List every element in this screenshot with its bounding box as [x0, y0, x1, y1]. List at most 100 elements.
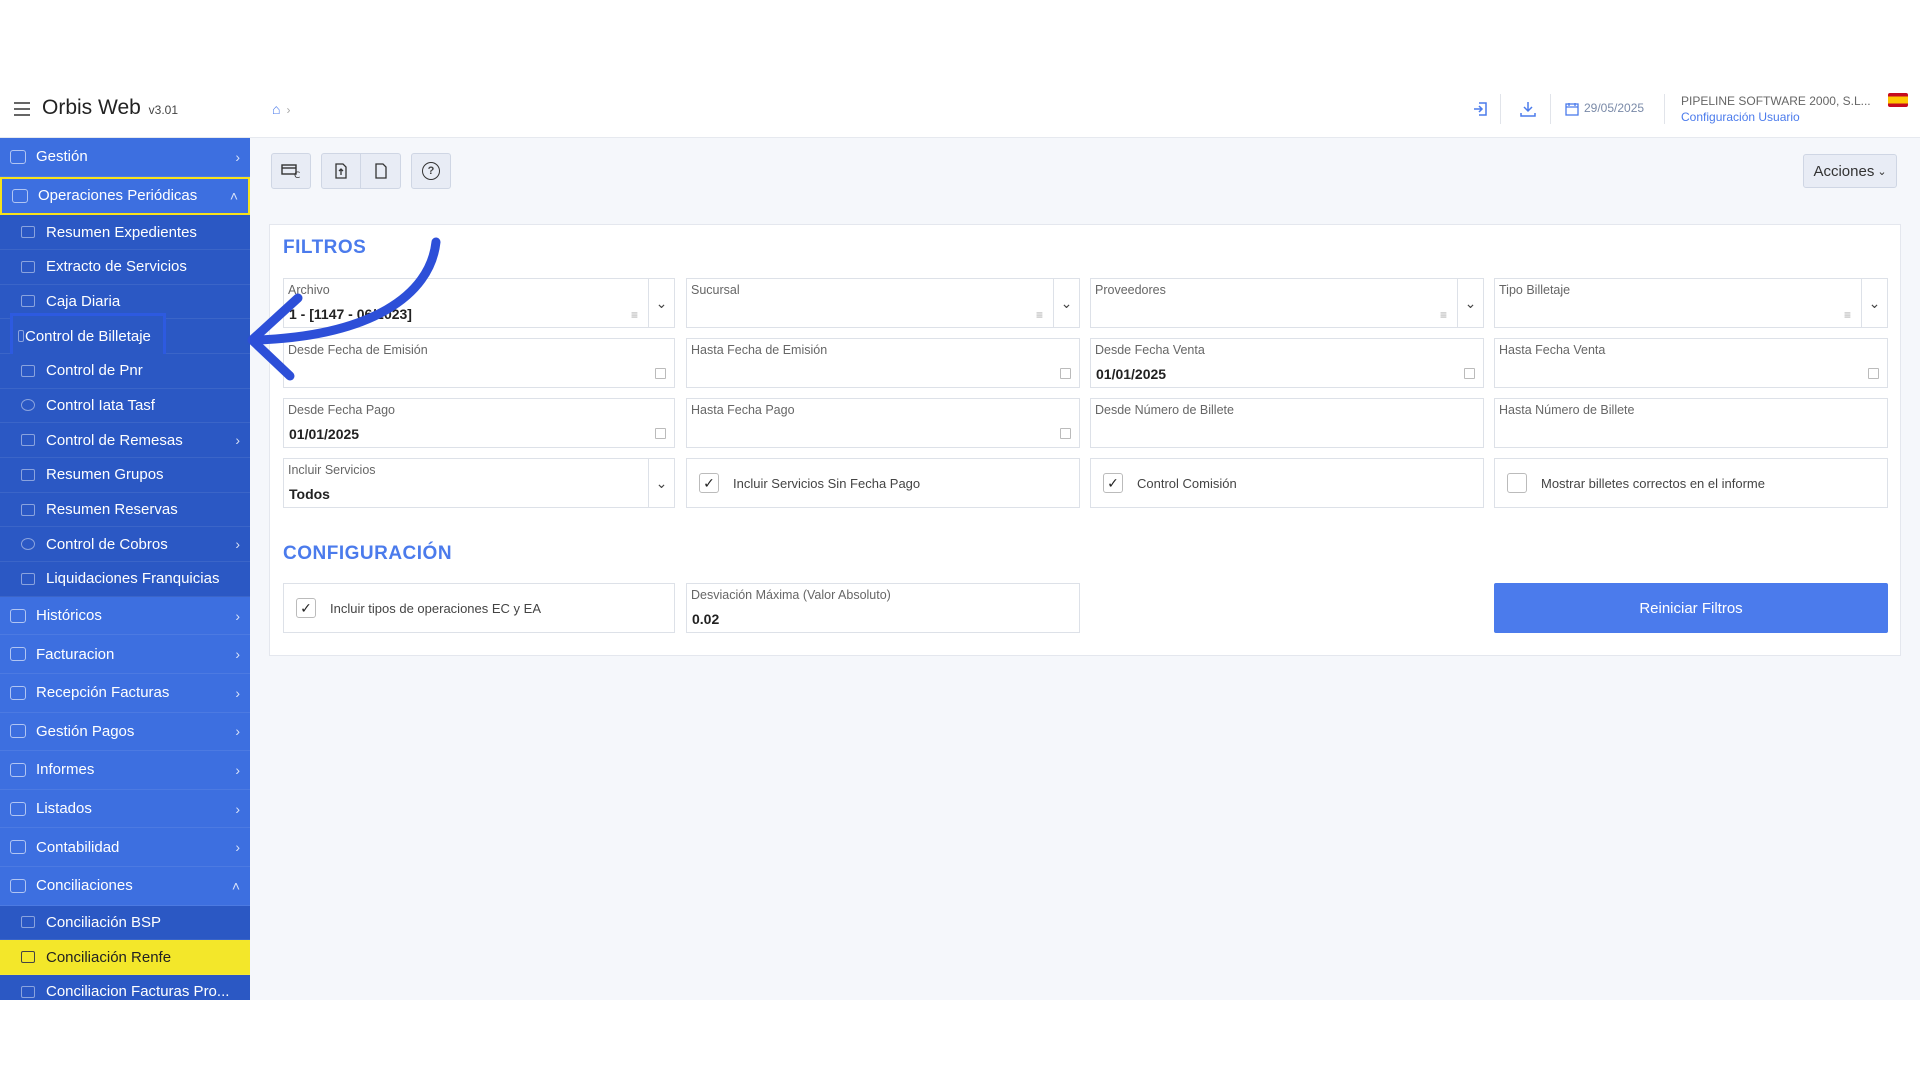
language-flag-icon[interactable] — [1888, 93, 1908, 107]
calendar-icon[interactable] — [1464, 368, 1475, 379]
hasta-fecha-emision-field[interactable]: Hasta Fecha de Emisión — [686, 338, 1080, 388]
document-button[interactable] — [361, 153, 401, 189]
help-button[interactable]: ? — [411, 153, 451, 189]
list-icon — [21, 572, 35, 585]
sidebar-sub-conciliacion-bsp[interactable]: Conciliación BSP — [0, 905, 250, 941]
chevron-down-icon[interactable]: ⌄ — [648, 459, 674, 507]
session-date: 29/05/2025 — [1584, 101, 1645, 115]
link-icon — [21, 985, 35, 998]
check-icon[interactable]: ✓ — [699, 473, 719, 493]
sidebar-item-recepcion-facturas[interactable]: Recepción Facturas › — [0, 674, 250, 713]
desviacion-maxima-field[interactable]: Desviación Máxima (Valor Absoluto) 0.02 — [686, 583, 1080, 633]
sidebar-item-historicos[interactable]: Históricos › — [0, 597, 250, 636]
calendar-icon[interactable] — [1060, 368, 1071, 379]
login-icon[interactable] — [1470, 98, 1492, 120]
chevron-right-icon: › — [235, 432, 240, 449]
sidebar-sub-resumen-reservas[interactable]: Resumen Reservas — [0, 492, 250, 528]
sidebar-sub-extracto-servicios[interactable]: Extracto de Servicios — [0, 249, 250, 285]
chevron-right-icon: › — [235, 800, 240, 817]
desde-numero-billete-field[interactable]: Desde Número de Billete — [1090, 398, 1484, 448]
chevron-down-icon[interactable]: ⌄ — [1457, 279, 1483, 327]
link-icon — [10, 878, 26, 893]
ticket-icon — [18, 330, 24, 343]
desde-fecha-pago-field[interactable]: Desde Fecha Pago 01/01/2025 — [283, 398, 675, 448]
menu-toggle-icon[interactable] — [14, 102, 30, 116]
sidebar-sub-liquidaciones[interactable]: Liquidaciones Franquicias — [0, 562, 250, 597]
acciones-dropdown[interactable]: Acciones ⌄ — [1803, 154, 1897, 188]
sidebar-sub-control-remesas[interactable]: Control de Remesas › — [0, 423, 250, 458]
sidebar-sub-conciliacion-renfe[interactable]: Conciliación Renfe — [0, 940, 250, 975]
sidebar-sub-conciliacion-facturas[interactable]: Conciliacion Facturas Pro... — [0, 974, 250, 1000]
sidebar-item-gestion-pagos[interactable]: Gestión Pagos › — [0, 713, 250, 752]
calendar-icon[interactable] — [1868, 368, 1879, 379]
sidebar-sub-control-cobros[interactable]: Control de Cobros › — [0, 527, 250, 563]
sidebar-sub-resumen-grupos[interactable]: Resumen Grupos — [0, 458, 250, 493]
sidebar-sub-control-pnr[interactable]: Control de Pnr — [0, 353, 250, 389]
calendar-icon[interactable] — [655, 428, 666, 439]
app-title: Orbis Web v3.01 — [42, 96, 178, 120]
highlight-box: Control de Billetaje — [10, 312, 166, 360]
divider — [1500, 94, 1501, 124]
chevron-down-icon[interactable]: ⌄ — [1861, 279, 1887, 327]
check-icon[interactable]: ✓ — [1103, 473, 1123, 493]
cash-register-icon — [21, 295, 35, 308]
check-icon[interactable]: ✓ — [296, 598, 316, 618]
chevron-down-icon[interactable]: ⌄ — [1053, 279, 1079, 327]
files-icon — [21, 226, 35, 239]
sidebar-sub-control-billetaje[interactable]: Control de Billetaje — [0, 312, 250, 360]
incluir-servicios-select[interactable]: Incluir Servicios Todos ⌄ — [283, 458, 675, 508]
configuracion-title: CONFIGURACIÓN — [283, 543, 453, 564]
export-file-button[interactable] — [321, 153, 361, 189]
annotation-arrow — [247, 237, 441, 381]
chart-icon — [10, 762, 26, 777]
home-icon[interactable]: ⌂ — [272, 101, 280, 117]
calendar-icon — [1564, 98, 1580, 120]
app-name: Orbis Web — [42, 96, 141, 119]
sucursal-select[interactable]: Sucursal ≡ ⌄ — [686, 278, 1080, 328]
sidebar-item-conciliaciones[interactable]: Conciliaciones ˄ — [0, 867, 250, 906]
reiniciar-filtros-button[interactable]: Reiniciar Filtros — [1494, 583, 1888, 633]
desde-fecha-venta-field[interactable]: Desde Fecha Venta 01/01/2025 — [1090, 338, 1484, 388]
mostrar-correctos-checkbox[interactable]: Mostrar billetes correctos en el informe — [1494, 458, 1888, 508]
unchecked-box[interactable] — [1507, 473, 1527, 493]
chevron-right-icon: › — [235, 761, 240, 778]
hasta-fecha-pago-field[interactable]: Hasta Fecha Pago — [686, 398, 1080, 448]
sidebar-sub-resumen-expedientes[interactable]: Resumen Expedientes — [0, 215, 250, 250]
sidebar-item-contabilidad[interactable]: Contabilidad › — [0, 828, 250, 867]
list-icon: ≡ — [1035, 308, 1043, 322]
proveedores-select[interactable]: Proveedores ≡ ⌄ — [1090, 278, 1484, 328]
list-icon: ≡ — [630, 308, 638, 322]
files-icon — [21, 503, 35, 516]
hasta-numero-billete-field[interactable]: Hasta Número de Billete — [1494, 398, 1888, 448]
chevron-right-icon: › — [235, 839, 240, 856]
help-icon: ? — [422, 162, 440, 180]
files-icon — [21, 468, 35, 481]
invoice-icon — [10, 685, 26, 700]
tipo-billetaje-select[interactable]: Tipo Billetaje ≡ ⌄ — [1494, 278, 1888, 328]
card-icon — [21, 364, 35, 377]
sidebar-item-gestion[interactable]: Gestión › — [0, 138, 250, 177]
ticket-config-button[interactable]: C — [271, 153, 311, 189]
toolbar: C ? — [271, 153, 451, 189]
chevron-right-icon: › — [235, 646, 240, 663]
incluir-ec-ea-checkbox[interactable]: ✓ Incluir tipos de operaciones EC y EA — [283, 583, 675, 633]
control-comision-checkbox[interactable]: ✓ Control Comisión — [1090, 458, 1484, 508]
user-config-link[interactable]: Configuración Usuario — [1681, 110, 1800, 124]
sidebar-item-informes[interactable]: Informes › — [0, 751, 250, 790]
chevron-right-icon: › — [235, 684, 240, 701]
flask-icon — [10, 647, 26, 662]
chevron-down-icon[interactable]: ⌄ — [648, 279, 674, 327]
incluir-sin-fecha-pago-checkbox[interactable]: ✓ Incluir Servicios Sin Fecha Pago — [686, 458, 1080, 508]
download-icon[interactable] — [1517, 98, 1539, 120]
sidebar-sub-control-iata-tasf[interactable]: Control Iata Tasf — [0, 388, 250, 424]
hasta-fecha-venta-field[interactable]: Hasta Fecha Venta — [1494, 338, 1888, 388]
list-icon — [21, 434, 35, 447]
breadcrumb: ⌂ › — [272, 101, 290, 117]
calendar-icon[interactable] — [655, 368, 666, 379]
sidebar-item-operaciones-periodicas[interactable]: Operaciones Periódicas ˄ — [0, 176, 250, 216]
chevron-down-icon: ⌄ — [1877, 165, 1887, 178]
sidebar-item-facturacion[interactable]: Facturacion › — [0, 635, 250, 674]
calendar-icon[interactable] — [1060, 428, 1071, 439]
breadcrumb-separator: › — [286, 103, 291, 117]
sidebar-item-listados[interactable]: Listados › — [0, 790, 250, 829]
